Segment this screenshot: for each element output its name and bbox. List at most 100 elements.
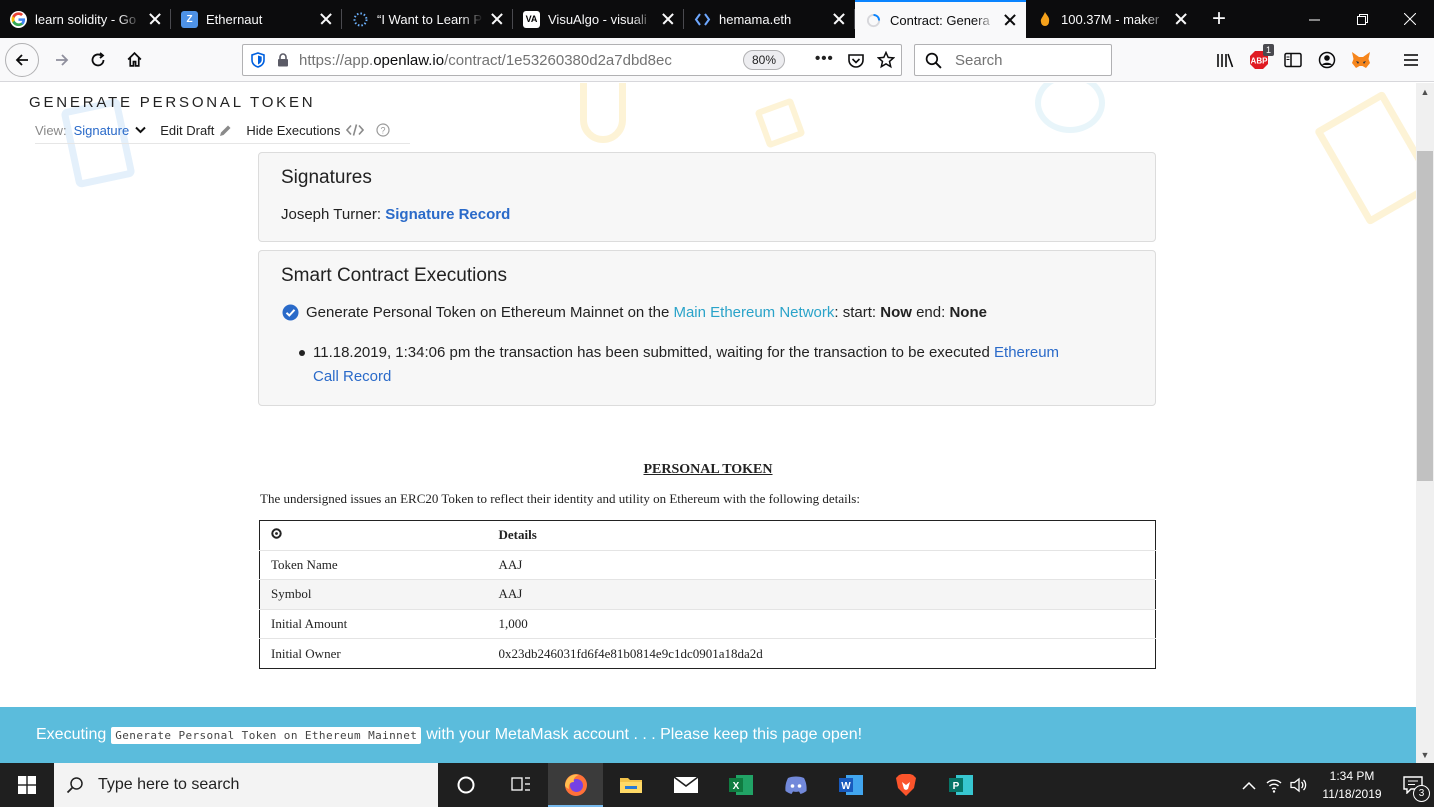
adblock-badge: 1	[1262, 44, 1274, 56]
table-header-icon	[260, 521, 499, 551]
close-icon[interactable]	[831, 11, 847, 27]
end-value: None	[949, 304, 987, 321]
account-icon	[1318, 51, 1336, 69]
library-button[interactable]	[1208, 44, 1242, 76]
back-button[interactable]	[5, 42, 39, 77]
tab-visualgo[interactable]: VA VisuAlgo - visuali	[513, 0, 684, 38]
firefox-taskbar-button[interactable]	[548, 763, 603, 807]
close-window-button[interactable]	[1386, 0, 1434, 38]
help-icon[interactable]: ?	[376, 123, 390, 137]
word-icon: W	[838, 775, 863, 795]
reload-icon	[91, 51, 105, 66]
reload-button[interactable]	[81, 43, 115, 77]
metamask-button[interactable]	[1344, 44, 1378, 76]
file-explorer-button[interactable]	[603, 763, 658, 807]
table-row: Initial Owner 0x23db246031fd6f4e81b0814e…	[259, 638, 1156, 669]
url-text: https://app.openlaw.io/contract/1e532603…	[299, 51, 672, 69]
publisher-button[interactable]: P	[933, 763, 988, 807]
close-icon[interactable]	[489, 11, 505, 27]
check-circle-icon	[282, 304, 299, 321]
tab-hemama-eth[interactable]: hemama.eth	[684, 0, 855, 38]
pocket-icon[interactable]	[847, 53, 865, 69]
wifi-icon[interactable]	[1262, 777, 1286, 793]
adblock-button[interactable]: ABP 1	[1242, 44, 1276, 76]
edit-draft-button[interactable]: Edit Draft	[160, 123, 232, 138]
close-icon[interactable]	[660, 11, 676, 27]
firefox-icon	[564, 774, 587, 796]
page-scrollbar[interactable]: ▲ ▼	[1416, 83, 1434, 763]
shield-icon	[251, 52, 265, 68]
tab-ethernaut[interactable]: Z Ethernaut	[171, 0, 342, 38]
task-view-button[interactable]	[493, 763, 548, 807]
tab-title: learn solidity - Go	[35, 11, 137, 27]
search-input[interactable]: Search	[914, 44, 1112, 76]
tab-title: VisuAlgo - visuali	[548, 11, 647, 27]
zoom-indicator[interactable]: 80%	[743, 50, 786, 70]
task-view-icon	[510, 777, 530, 791]
table-header-row: Details	[260, 521, 1156, 551]
sidebar-button[interactable]	[1276, 44, 1310, 76]
banner-execution-name: Generate Personal Token on Ethereum Main…	[111, 726, 422, 744]
tab-contract-generate[interactable]: Contract: Genera	[855, 0, 1026, 38]
tab-title: 100.37M - maker	[1061, 11, 1160, 27]
forward-button[interactable]	[45, 43, 79, 77]
signatures-heading: Signatures	[281, 167, 372, 188]
discord-button[interactable]	[768, 763, 823, 807]
clock[interactable]: 1:34 PM 11/18/2019	[1312, 767, 1392, 803]
home-button[interactable]	[117, 43, 151, 77]
scroll-up-arrow-icon[interactable]: ▲	[1416, 83, 1434, 100]
account-button[interactable]	[1310, 44, 1344, 76]
page-viewport: GENERATE PERSONAL TOKEN View: Signature …	[0, 83, 1416, 763]
tab-learn-solidity[interactable]: learn solidity - Go	[0, 0, 171, 38]
row-value: AAJ	[498, 549, 1156, 580]
table-row: Initial Amount 1,000	[259, 608, 1156, 639]
tab-title: Ethernaut	[206, 11, 263, 27]
scrollbar-thumb[interactable]	[1417, 151, 1433, 481]
action-center-button[interactable]: 3	[1392, 776, 1434, 802]
view-label: View:	[35, 122, 67, 138]
excel-button[interactable]: X	[713, 763, 768, 807]
table-row: Token Name AAJ	[259, 549, 1156, 580]
cortana-button[interactable]	[438, 763, 493, 807]
close-icon[interactable]	[147, 11, 163, 27]
signature-entry: Joseph Turner: Signature Record	[281, 206, 510, 223]
page-actions-icon[interactable]: •••	[815, 50, 834, 67]
start-button[interactable]	[0, 763, 54, 807]
mail-button[interactable]	[658, 763, 713, 807]
brackets-icon	[694, 11, 711, 28]
clock-time: 1:34 PM	[1329, 769, 1375, 783]
volume-icon[interactable]	[1286, 777, 1312, 793]
tab-maker[interactable]: 100.37M - maker	[1026, 0, 1197, 38]
signature-record-link[interactable]: Signature Record	[385, 206, 510, 223]
code-icon	[346, 124, 365, 136]
banner-prefix: Executing	[36, 726, 107, 743]
publisher-icon: P	[948, 775, 973, 795]
bookmark-star-icon[interactable]	[877, 51, 895, 69]
main-ethereum-network-link[interactable]: Main Ethereum Network	[673, 304, 834, 321]
url-bar[interactable]: https://app.openlaw.io/contract/1e532603…	[242, 44, 902, 76]
close-icon[interactable]	[318, 11, 334, 27]
chevron-down-icon	[135, 126, 146, 134]
restore-button[interactable]	[1338, 0, 1386, 38]
folder-icon	[619, 778, 642, 793]
close-icon[interactable]	[1173, 11, 1189, 27]
svg-text:ABP: ABP	[1251, 57, 1269, 66]
svg-text:?: ?	[381, 126, 386, 136]
brave-button[interactable]	[878, 763, 933, 807]
tab-i-want-to-learn[interactable]: “I Want to Learn P	[342, 0, 513, 38]
tab-title: hemama.eth	[719, 11, 792, 27]
menu-button[interactable]	[1394, 44, 1428, 76]
tray-chevron-up-icon[interactable]	[1236, 781, 1262, 790]
word-button[interactable]: W	[823, 763, 878, 807]
scroll-down-arrow-icon[interactable]: ▼	[1416, 746, 1434, 763]
table-header-details: Details	[498, 527, 537, 543]
minimize-button[interactable]	[1290, 0, 1338, 38]
visualgo-icon: VA	[523, 10, 540, 28]
new-tab-button[interactable]: +	[1197, 0, 1241, 38]
taskbar-search-input[interactable]: Type here to search	[54, 763, 438, 807]
close-icon[interactable]	[1002, 12, 1018, 28]
hide-executions-button[interactable]: Hide Executions	[246, 123, 365, 138]
hamburger-menu-icon	[1404, 54, 1418, 66]
view-selector[interactable]: View: Signature	[35, 123, 146, 138]
start-label: : start:	[834, 304, 877, 321]
